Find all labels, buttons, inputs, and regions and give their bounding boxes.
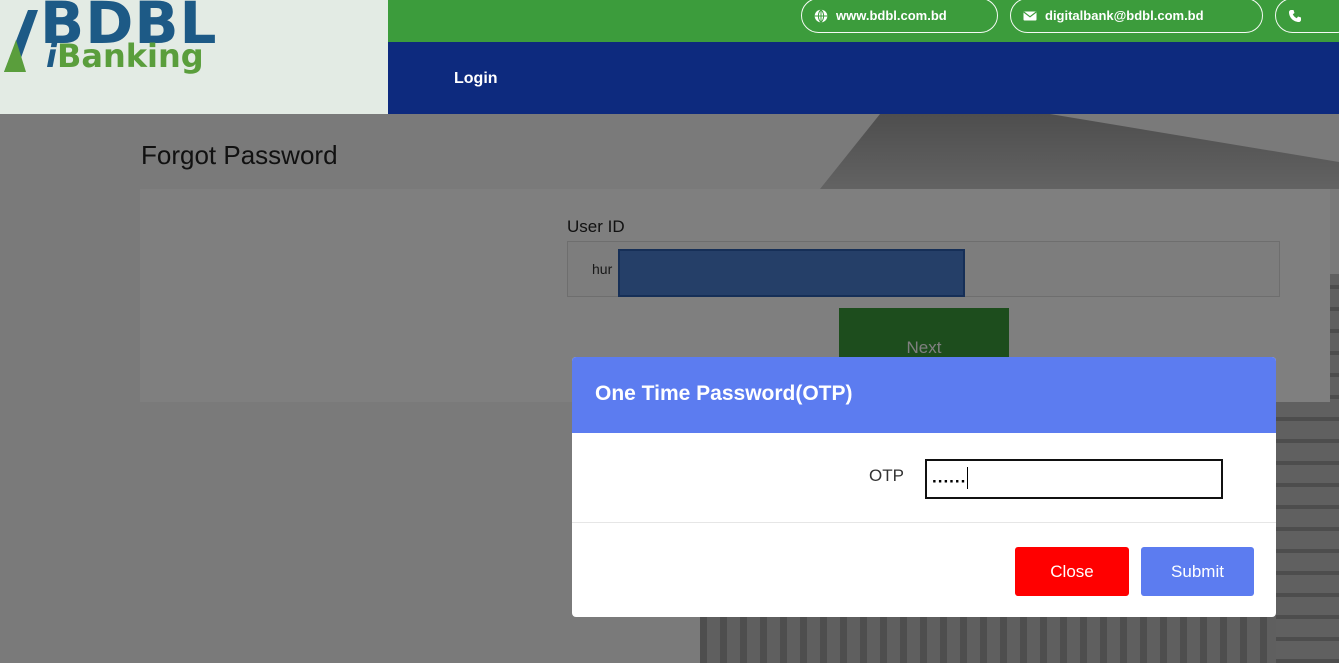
- website-link-label: www.bdbl.com.bd: [836, 8, 947, 23]
- otp-label: OTP: [869, 466, 904, 485]
- phone-link[interactable]: [1275, 0, 1339, 33]
- otp-modal-header: One Time Password(OTP): [572, 357, 1276, 433]
- otp-input[interactable]: ......: [925, 459, 1223, 499]
- globe-icon: [814, 8, 828, 23]
- close-button[interactable]: Close: [1015, 547, 1129, 596]
- logo-mark-icon: [4, 10, 38, 72]
- email-link[interactable]: digitalbank@bdbl.com.bd: [1010, 0, 1263, 33]
- logo-ibanking-text: iBanking: [46, 37, 204, 75]
- nav-login-link[interactable]: Login: [454, 70, 498, 88]
- contact-topbar: www.bdbl.com.bd digitalbank@bdbl.com.bd: [388, 0, 1339, 42]
- website-link[interactable]: www.bdbl.com.bd: [801, 0, 998, 33]
- main-navbar: Login: [388, 42, 1339, 114]
- otp-modal-title: One Time Password(OTP): [595, 382, 853, 405]
- envelope-icon: [1023, 9, 1037, 23]
- text-caret: [967, 467, 969, 489]
- otp-modal-footer: Close Submit: [572, 523, 1276, 617]
- otp-masked-value: ......: [932, 467, 967, 487]
- phone-icon: [1288, 9, 1302, 23]
- email-link-label: digitalbank@bdbl.com.bd: [1045, 8, 1204, 23]
- submit-button[interactable]: Submit: [1141, 547, 1254, 596]
- otp-modal: One Time Password(OTP) OTP ...... Close …: [572, 357, 1276, 617]
- otp-modal-body: OTP ......: [572, 433, 1276, 523]
- brand-logo[interactable]: BDBL iBanking: [0, 0, 388, 114]
